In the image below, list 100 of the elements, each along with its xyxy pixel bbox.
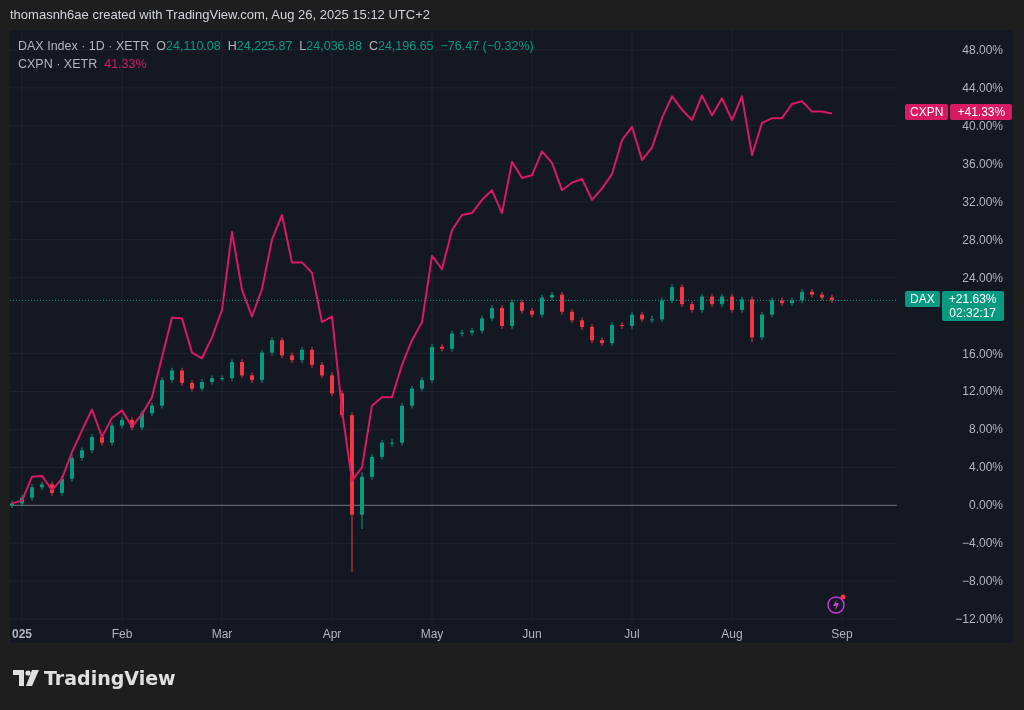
x-axis-label: Aug <box>721 627 743 641</box>
y-axis-label: 48.00% <box>962 42 1003 57</box>
ohlc-value: O24,110.08 <box>156 39 221 53</box>
candlestick <box>570 308 574 324</box>
y-axis-label: 32.00% <box>962 194 1003 209</box>
candlestick <box>130 416 134 431</box>
candlestick <box>400 402 404 447</box>
lightning-icon[interactable] <box>827 593 847 615</box>
candlestick <box>660 297 664 323</box>
percent-change: +41.33% <box>957 105 1006 120</box>
candlestick <box>190 379 194 392</box>
candlestick <box>70 454 74 483</box>
y-axis-label: 24.00% <box>962 270 1003 285</box>
candlestick <box>560 291 564 316</box>
candlestick <box>760 311 764 341</box>
candlestick <box>800 288 804 304</box>
candlestick <box>360 471 364 530</box>
candlestick <box>440 343 444 353</box>
candlestick <box>430 343 434 384</box>
candlestick <box>690 300 694 314</box>
candlestick <box>200 378 204 392</box>
x-axis-label: May <box>420 627 444 641</box>
symbol-label[interactable]: DAX Index · 1D · XETR <box>18 39 150 53</box>
candlestick <box>540 294 544 318</box>
candlestick <box>60 475 64 497</box>
candlestick <box>750 296 754 343</box>
candlestick <box>410 385 414 410</box>
candlestick <box>590 323 594 344</box>
candlestick <box>480 315 484 335</box>
candlestick <box>820 291 824 301</box>
candlestick <box>50 481 54 497</box>
candlestick <box>150 402 154 417</box>
candlestick <box>790 297 794 307</box>
candlestick <box>380 439 384 461</box>
x-axis-label: Apr <box>322 627 342 641</box>
candlestick <box>470 327 474 336</box>
candlestick <box>580 316 584 331</box>
candlestick <box>230 358 234 382</box>
candlestick <box>600 336 604 347</box>
candlestick <box>80 446 84 462</box>
candlestick <box>550 291 554 301</box>
symbol-label[interactable]: CXPN · XETR <box>18 57 98 71</box>
candlestick <box>330 372 334 397</box>
candlestick <box>700 293 704 314</box>
candlestick <box>250 372 254 384</box>
candlestick <box>260 349 264 384</box>
countdown-timer: 02:32:17 <box>949 306 997 321</box>
attribution-text: thomasnh6ae created with TradingView.com, Aug 26, 2025 15:12 UTC+2 <box>9 6 431 24</box>
candlestick <box>810 288 814 299</box>
candlestick <box>280 336 284 359</box>
brand-name: TradingView <box>44 667 176 689</box>
y-axis-label: 36.00% <box>962 156 1003 171</box>
logo-icon <box>13 669 39 687</box>
candlestick <box>180 367 184 387</box>
y-axis-label: −4.00% <box>961 536 1003 551</box>
candlestick <box>650 315 654 324</box>
candlestick <box>340 390 344 419</box>
candlestick <box>170 367 174 384</box>
candlestick <box>640 311 644 323</box>
candlestick <box>520 298 524 315</box>
candlestick <box>780 297 784 307</box>
candlestick <box>140 409 144 431</box>
candlestick <box>320 361 324 379</box>
candlestick <box>110 422 114 447</box>
candlestick <box>420 376 424 392</box>
y-axis-label: 8.00% <box>968 422 1003 437</box>
candlestick <box>500 304 504 330</box>
candlestick <box>770 297 774 318</box>
candlestick <box>310 346 314 369</box>
candlestick <box>620 321 624 330</box>
candlestick <box>20 494 24 507</box>
candlestick <box>240 358 244 379</box>
change-value: −76.47 (−0.32%) <box>440 39 534 53</box>
series-tag: CXPN <box>905 104 949 121</box>
candlestick <box>490 304 494 322</box>
ohlc-value: C24,196.65 <box>368 39 434 53</box>
y-axis-label: 44.00% <box>962 80 1003 95</box>
x-axis-label: Jul <box>624 627 640 641</box>
candlestick <box>740 296 744 314</box>
x-axis-label: Mar <box>211 627 233 641</box>
y-axis-label: 28.00% <box>962 232 1003 247</box>
y-axis-label: 0.00% <box>968 498 1003 513</box>
candlestick <box>160 376 164 410</box>
candlestick <box>720 293 724 308</box>
candlestick <box>830 294 834 304</box>
y-axis-label: −8.00% <box>961 574 1003 589</box>
candlestick <box>300 346 304 364</box>
series-tag: DAX <box>905 291 940 308</box>
candlestick <box>530 307 534 318</box>
candlestick <box>90 433 94 454</box>
ohlc-value: L24,036.88 <box>299 39 362 53</box>
candlestick <box>390 438 394 447</box>
candlestick <box>210 374 214 386</box>
candlestick <box>460 329 464 337</box>
candlestick <box>220 374 224 382</box>
x-axis-label: Sep <box>831 627 853 641</box>
candlestick <box>290 352 294 364</box>
y-axis-label: 16.00% <box>962 346 1003 361</box>
candlestick <box>680 283 684 308</box>
y-axis-label: −12.00% <box>955 612 1003 627</box>
